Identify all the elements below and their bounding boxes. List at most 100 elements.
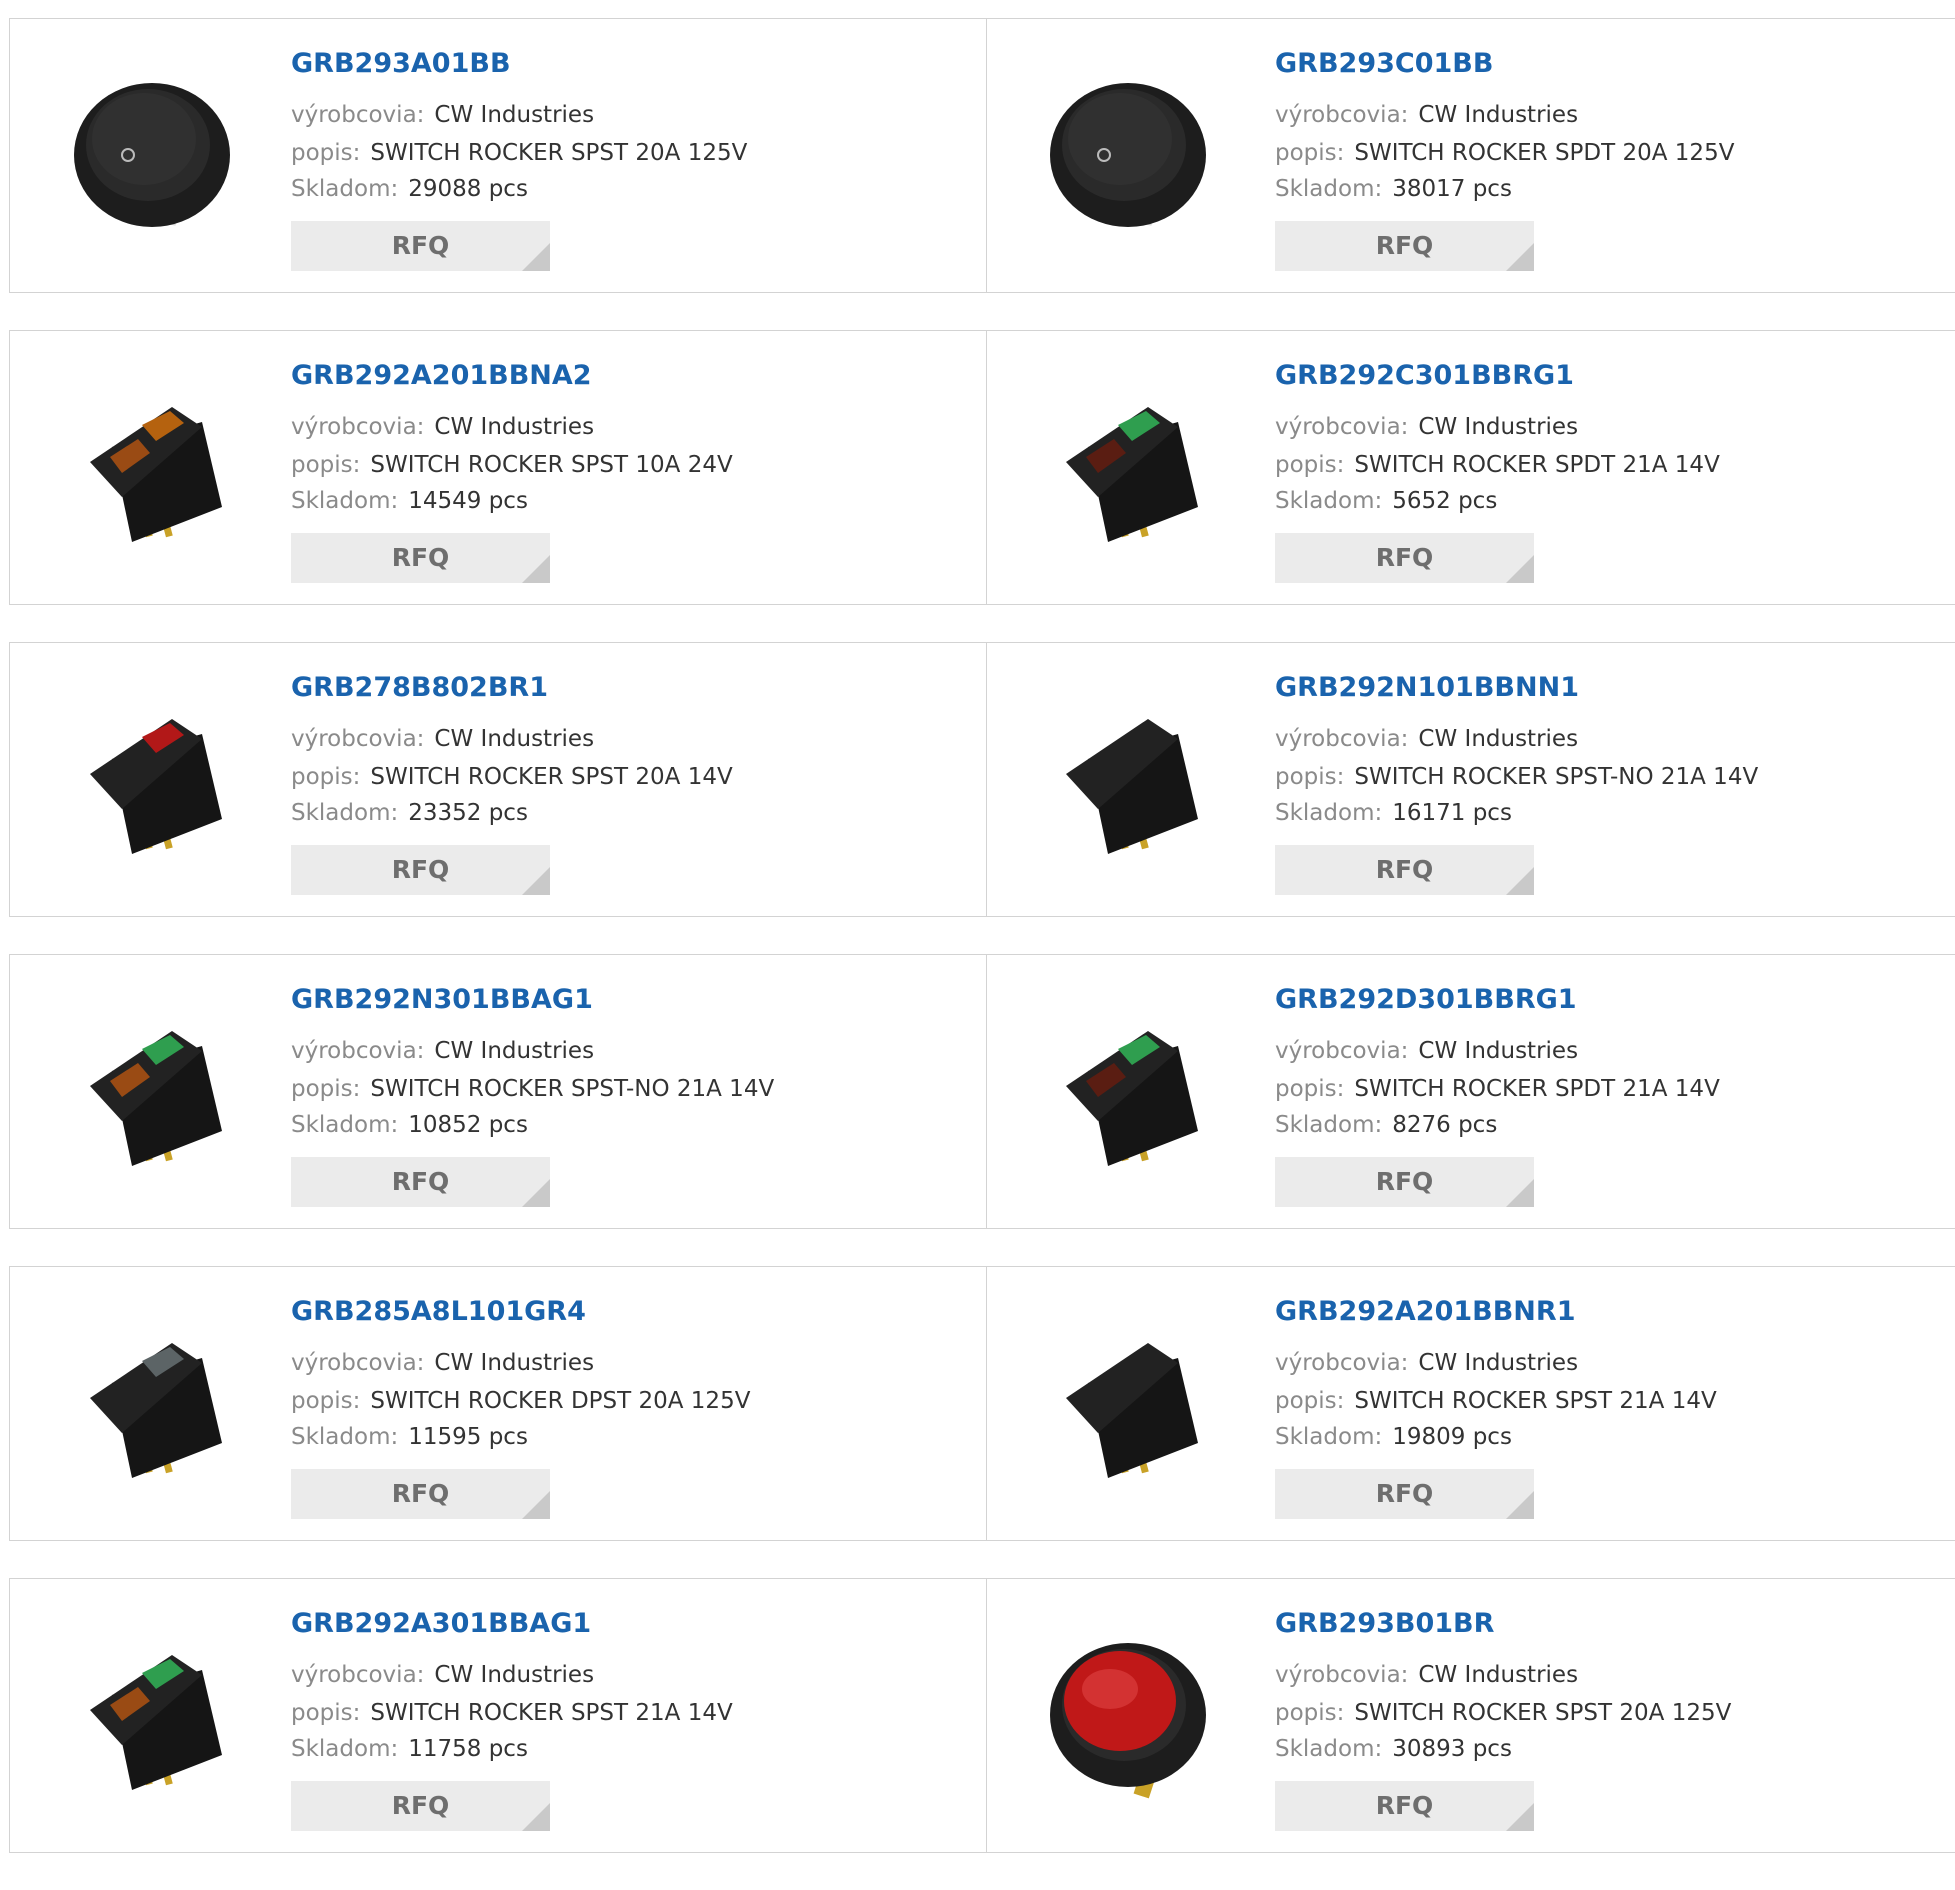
- rfq-button[interactable]: RFQ: [291, 533, 550, 583]
- round-black-rocker-switch-icon[interactable]: [52, 55, 252, 255]
- rfq-corner-decoration: [1506, 555, 1534, 583]
- description-label: popis:: [291, 1388, 361, 1414]
- description-value: SWITCH ROCKER SPDT 21A 14V: [1354, 1076, 1720, 1102]
- rocker-switch-amber-lens-icon[interactable]: [52, 367, 252, 567]
- rocker-switch-green-amber-lens-icon[interactable]: [52, 1615, 252, 1815]
- rocker-switch-clear-lens-icon[interactable]: [52, 1303, 252, 1503]
- description-label: popis:: [291, 452, 361, 478]
- description-label: popis:: [1275, 1700, 1345, 1726]
- part-number-link[interactable]: GRB292N101BBNN1: [1275, 672, 1579, 704]
- stock-line: Skladom: 5652 pcs: [1275, 487, 1497, 515]
- rfq-button[interactable]: RFQ: [1275, 221, 1534, 271]
- description-label: popis:: [291, 140, 361, 166]
- rfq-button[interactable]: RFQ: [1275, 845, 1534, 895]
- rfq-button[interactable]: RFQ: [1275, 1469, 1534, 1519]
- product-card: GRB292A201BBNA2 výrobcovia: CW Industries p…: [9, 331, 987, 604]
- manufacturer-value: CW Industries: [434, 102, 595, 128]
- description-line: popis: SWITCH ROCKER DPST 20A 125V: [291, 1387, 750, 1415]
- part-number-link[interactable]: GRB292N301BBAG1: [291, 984, 593, 1016]
- product-row: GRB285A8L101GR4 výrobcovia: CW Industries p…: [9, 1266, 1955, 1541]
- stock-label: Skladom:: [291, 1112, 399, 1138]
- manufacturer-value: CW Industries: [434, 1350, 595, 1376]
- description-line: popis: SWITCH ROCKER SPST-NO 21A 14V: [291, 1075, 774, 1103]
- rocker-switch-red-lens-icon[interactable]: [52, 679, 252, 879]
- part-number-link[interactable]: GRB292C301BBRG1: [1275, 360, 1574, 392]
- manufacturer-label: výrobcovia:: [1275, 1038, 1409, 1064]
- rfq-button[interactable]: RFQ: [291, 221, 550, 271]
- rocker-switch-green-red-lens-icon[interactable]: [1028, 367, 1228, 567]
- product-row: GRB293A01BB výrobcovia: CW Industries popis…: [9, 18, 1955, 293]
- product-card: GRB293C01BB výrobcovia: CW Industries popis…: [987, 19, 1955, 292]
- stock-label: Skladom:: [291, 1424, 399, 1450]
- round-black-rocker-switch-icon[interactable]: [1028, 55, 1228, 255]
- round-red-rocker-switch-icon[interactable]: [1028, 1615, 1228, 1815]
- stock-label: Skladom:: [291, 1736, 399, 1762]
- rfq-button[interactable]: RFQ: [291, 1157, 550, 1207]
- stock-line: Skladom: 14549 pcs: [291, 487, 528, 515]
- part-number-link[interactable]: GRB292A301BBAG1: [291, 1608, 591, 1640]
- stock-value: 11758 pcs: [408, 1736, 528, 1762]
- product-card: GRB292N101BBNN1 výrobcovia: CW Industries p…: [987, 643, 1955, 916]
- manufacturer-value: CW Industries: [1418, 1662, 1579, 1688]
- product-card: GRB285A8L101GR4 výrobcovia: CW Industries p…: [9, 1267, 987, 1540]
- rfq-corner-decoration: [522, 1803, 550, 1831]
- manufacturer-label: výrobcovia:: [291, 1662, 425, 1688]
- manufacturer-line: výrobcovia: CW Industries: [291, 413, 594, 441]
- rocker-switch-green-amber-lens-icon[interactable]: [52, 991, 252, 1191]
- part-number-link[interactable]: GRB292A201BBNR1: [1275, 1296, 1575, 1328]
- product-row: GRB292A301BBAG1 výrobcovia: CW Industries p…: [9, 1578, 1955, 1853]
- description-line: popis: SWITCH ROCKER SPST 20A 125V: [1275, 1699, 1731, 1727]
- rfq-button[interactable]: RFQ: [1275, 533, 1534, 583]
- part-number-link[interactable]: GRB285A8L101GR4: [291, 1296, 586, 1328]
- manufacturer-label: výrobcovia:: [1275, 726, 1409, 752]
- rfq-button[interactable]: RFQ: [291, 1781, 550, 1831]
- description-line: popis: SWITCH ROCKER SPST 20A 125V: [291, 139, 747, 167]
- product-card: GRB292N301BBAG1 výrobcovia: CW Industries p…: [9, 955, 987, 1228]
- rfq-label: RFQ: [1375, 543, 1434, 572]
- part-number-link[interactable]: GRB278B802BR1: [291, 672, 548, 704]
- product-card: GRB293B01BR výrobcovia: CW Industries popis…: [987, 1579, 1955, 1852]
- part-number-link[interactable]: GRB293A01BB: [291, 48, 511, 80]
- stock-label: Skladom:: [1275, 1112, 1383, 1138]
- rfq-button[interactable]: RFQ: [291, 1469, 550, 1519]
- rfq-label: RFQ: [391, 855, 450, 884]
- description-line: popis: SWITCH ROCKER SPST 20A 14V: [291, 763, 733, 791]
- manufacturer-value: CW Industries: [1418, 1350, 1579, 1376]
- manufacturer-label: výrobcovia:: [291, 1350, 425, 1376]
- manufacturer-value: CW Industries: [434, 1662, 595, 1688]
- rocker-switch-black-icon[interactable]: [1028, 1303, 1228, 1503]
- product-card: GRB293A01BB výrobcovia: CW Industries popis…: [9, 19, 987, 292]
- description-line: popis: SWITCH ROCKER SPST 10A 24V: [291, 451, 733, 479]
- description-label: popis:: [1275, 140, 1345, 166]
- stock-value: 5652 pcs: [1392, 488, 1498, 514]
- stock-label: Skladom:: [1275, 488, 1383, 514]
- stock-label: Skladom:: [1275, 176, 1383, 202]
- description-line: popis: SWITCH ROCKER SPST 21A 14V: [1275, 1387, 1717, 1415]
- rfq-button[interactable]: RFQ: [1275, 1157, 1534, 1207]
- manufacturer-label: výrobcovia:: [291, 726, 425, 752]
- stock-value: 23352 pcs: [408, 800, 528, 826]
- stock-label: Skladom:: [291, 800, 399, 826]
- part-number-link[interactable]: GRB292A201BBNA2: [291, 360, 592, 392]
- manufacturer-line: výrobcovia: CW Industries: [291, 1349, 594, 1377]
- rocker-switch-green-red-lens-icon[interactable]: [1028, 991, 1228, 1191]
- part-number-link[interactable]: GRB292D301BBRG1: [1275, 984, 1577, 1016]
- part-number-link[interactable]: GRB293C01BB: [1275, 48, 1493, 80]
- rfq-corner-decoration: [522, 867, 550, 895]
- stock-line: Skladom: 29088 pcs: [291, 175, 528, 203]
- description-label: popis:: [1275, 1388, 1345, 1414]
- stock-value: 30893 pcs: [1392, 1736, 1512, 1762]
- description-label: popis:: [291, 1700, 361, 1726]
- rfq-corner-decoration: [522, 243, 550, 271]
- part-number-link[interactable]: GRB293B01BR: [1275, 1608, 1494, 1640]
- rfq-button[interactable]: RFQ: [1275, 1781, 1534, 1831]
- product-row: GRB278B802BR1 výrobcovia: CW Industries pop…: [9, 642, 1955, 917]
- rfq-button[interactable]: RFQ: [291, 845, 550, 895]
- rocker-switch-black-icon[interactable]: [1028, 679, 1228, 879]
- product-card: GRB292D301BBRG1 výrobcovia: CW Industries p…: [987, 955, 1955, 1228]
- stock-value: 10852 pcs: [408, 1112, 528, 1138]
- stock-value: 8276 pcs: [1392, 1112, 1498, 1138]
- description-line: popis: SWITCH ROCKER SPST 21A 14V: [291, 1699, 733, 1727]
- product-card: GRB278B802BR1 výrobcovia: CW Industries pop…: [9, 643, 987, 916]
- product-row: GRB292N301BBAG1 výrobcovia: CW Industries p…: [9, 954, 1955, 1229]
